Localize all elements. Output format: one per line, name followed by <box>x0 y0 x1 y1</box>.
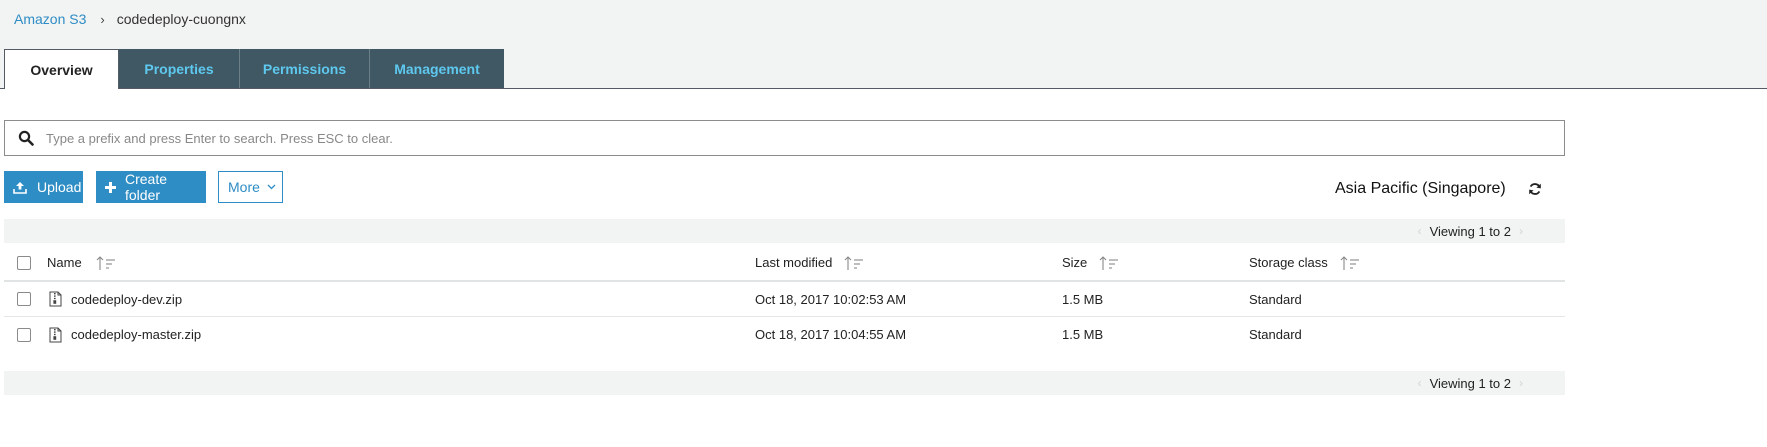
tab-label: Properties <box>144 60 214 77</box>
upload-icon <box>13 181 27 194</box>
zip-file-icon <box>49 327 62 342</box>
region-label: Asia Pacific (Singapore) <box>1335 180 1506 197</box>
storage-class-cell: Standard <box>1249 282 1302 316</box>
more-dropdown-button[interactable]: More <box>218 171 283 203</box>
row-checkbox[interactable] <box>17 292 31 306</box>
breadcrumb-current-bucket: codedeploy-cuongnx <box>116 11 246 27</box>
refresh-icon[interactable] <box>1528 182 1542 196</box>
last-modified-cell: Oct 18, 2017 10:04:55 AM <box>755 317 906 352</box>
tab-label: Permissions <box>262 60 347 77</box>
search-box <box>4 120 1565 156</box>
tab-management[interactable]: Management <box>370 49 504 88</box>
column-label: Size <box>1062 255 1088 270</box>
last-modified-cell: Oct 18, 2017 10:02:53 AM <box>755 282 906 316</box>
storage-class-value: Standard <box>1249 327 1302 342</box>
select-all-cell <box>17 245 31 280</box>
tab-bar: Overview Properties Permissions Manageme… <box>4 49 504 89</box>
create-folder-label: Create folder <box>125 171 168 203</box>
upload-button[interactable]: Upload <box>4 171 83 203</box>
column-header-size: Size <box>1062 245 1119 280</box>
search-icon <box>18 130 34 146</box>
more-label: More <box>228 179 260 195</box>
pager-status: Viewing 1 to 2 <box>1429 223 1511 239</box>
upload-label: Upload <box>37 179 82 195</box>
file-name-link[interactable]: codedeploy-master.zip <box>71 327 201 342</box>
select-all-checkbox[interactable] <box>17 255 31 270</box>
row-checkbox[interactable] <box>17 327 31 342</box>
column-label: Storage class <box>1249 255 1328 270</box>
pager-bottom: ‹ Viewing 1 to 2 › <box>4 371 1565 395</box>
name-cell: codedeploy-dev.zip <box>49 282 182 316</box>
pager-next-button[interactable]: › <box>1511 224 1531 238</box>
storage-class-value: Standard <box>1249 291 1302 307</box>
breadcrumb-link-amazon-s3[interactable]: Amazon S3 <box>14 11 86 27</box>
plus-icon <box>105 181 116 193</box>
breadcrumb: Amazon S3 › codedeploy-cuongnx <box>14 11 246 27</box>
size-value: 1.5 MB <box>1062 291 1104 307</box>
pager-next-button[interactable]: › <box>1511 376 1531 390</box>
tab-label: Overview <box>30 61 93 78</box>
row-select-cell <box>17 317 31 352</box>
column-header-name: Name <box>47 245 116 280</box>
size-cell: 1.5 MB <box>1062 317 1103 352</box>
chevron-down-icon <box>267 184 276 190</box>
tab-label: Management <box>394 60 480 77</box>
column-header-storage-class: Storage class <box>1249 245 1360 280</box>
storage-class-cell: Standard <box>1249 317 1302 352</box>
chevron-right-icon: › <box>100 11 105 27</box>
pager-status: Viewing 1 to 2 <box>1429 375 1511 391</box>
column-label: Name <box>47 255 82 270</box>
last-modified-value: Oct 18, 2017 10:02:53 AM <box>755 291 907 307</box>
tab-overview[interactable]: Overview <box>4 49 119 89</box>
search-input[interactable] <box>46 123 1564 153</box>
pager-prev-button[interactable]: ‹ <box>1410 376 1430 390</box>
column-header-last-modified: Last modified <box>755 245 864 280</box>
tab-permissions[interactable]: Permissions <box>240 49 370 88</box>
file-name-link[interactable]: codedeploy-dev.zip <box>71 292 182 307</box>
create-folder-button[interactable]: Create folder <box>96 171 206 203</box>
sort-icon[interactable] <box>1099 255 1119 271</box>
sort-icon[interactable] <box>844 255 864 271</box>
table-row[interactable]: codedeploy-master.zip Oct 18, 2017 10:04… <box>4 317 1565 352</box>
name-cell: codedeploy-master.zip <box>49 317 201 352</box>
table-row[interactable]: codedeploy-dev.zip Oct 18, 2017 10:02:53… <box>4 282 1565 317</box>
size-value: 1.5 MB <box>1062 327 1104 342</box>
tab-properties[interactable]: Properties <box>119 49 240 88</box>
pager-prev-button[interactable]: ‹ <box>1410 224 1430 238</box>
row-select-cell <box>17 282 31 316</box>
pager-top: ‹ Viewing 1 to 2 › <box>4 219 1565 243</box>
table-header: Name Last modified Size Storage class <box>4 245 1565 282</box>
sort-icon[interactable] <box>96 255 116 271</box>
size-cell: 1.5 MB <box>1062 282 1103 316</box>
zip-file-icon <box>49 291 62 307</box>
column-label: Last modified <box>755 255 833 270</box>
sort-icon[interactable] <box>1340 255 1360 271</box>
last-modified-value: Oct 18, 2017 10:04:55 AM <box>755 327 907 342</box>
